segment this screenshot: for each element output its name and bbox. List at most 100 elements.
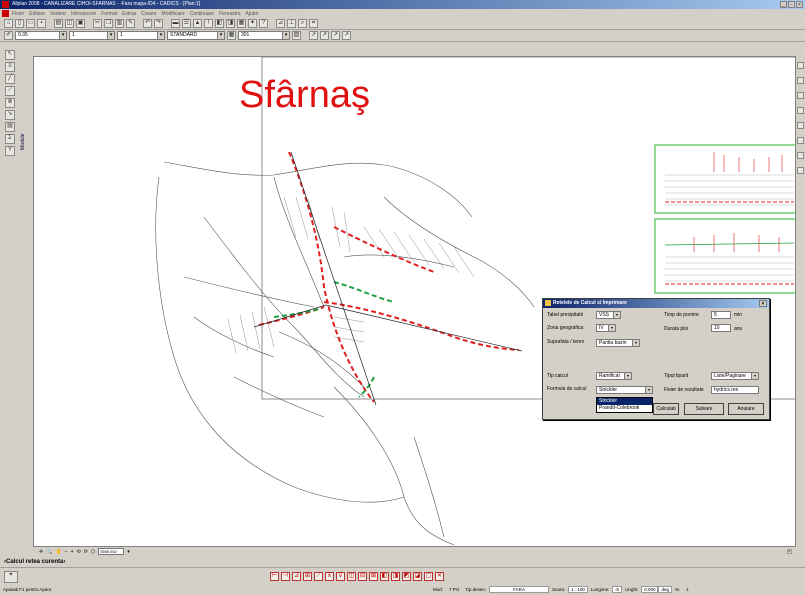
- drawing-files-icon[interactable]: ▲: [193, 19, 202, 28]
- right-tool-icon[interactable]: [797, 122, 804, 129]
- snap-icon[interactable]: ⊠: [369, 572, 378, 581]
- arrow-right-icon[interactable]: ➘: [5, 110, 15, 120]
- pan-icon[interactable]: ✋: [55, 549, 61, 555]
- find-icon[interactable]: ⌕: [298, 19, 307, 28]
- arrow-icon[interactable]: ↗: [320, 31, 329, 40]
- chevron-down-icon[interactable]: ▾: [127, 549, 130, 555]
- formula-option-strickler[interactable]: Strickler: [597, 398, 652, 405]
- right-tool-icon[interactable]: [797, 92, 804, 99]
- dialog-close-icon[interactable]: ×: [759, 300, 767, 307]
- print-icon[interactable]: ▤: [54, 19, 63, 28]
- properties-icon[interactable]: !: [204, 19, 213, 28]
- fileset-icon[interactable]: ☰: [182, 19, 191, 28]
- library-icon[interactable]: ◨: [226, 19, 235, 28]
- right-tool-icon[interactable]: [797, 167, 804, 174]
- new-file-icon[interactable]: ▯: [15, 19, 24, 28]
- sum-icon[interactable]: Σ: [5, 134, 15, 144]
- zona-geografica-select[interactable]: IV ▾: [596, 324, 616, 332]
- pen-icon[interactable]: ✐: [4, 31, 13, 40]
- copy-icon[interactable]: ❐: [104, 19, 113, 28]
- zoom-icon[interactable]: 🔍: [46, 549, 52, 555]
- point-snap-icon[interactable]: ⊣: [281, 572, 290, 581]
- view-next-icon[interactable]: ⟳: [84, 549, 88, 555]
- anulare-button[interactable]: Anulare: [728, 403, 764, 415]
- suprafata-select[interactable]: Pantia bazin ▾: [596, 339, 640, 347]
- layer-select[interactable]: STANDARD ▾: [167, 31, 225, 40]
- arrow-icon[interactable]: ↗: [331, 31, 340, 40]
- line-color-select[interactable]: 1 ▾: [117, 31, 165, 40]
- pen-thickness-select[interactable]: 0.35 ▾: [15, 31, 67, 40]
- maximize-icon[interactable]: ▫: [788, 1, 795, 8]
- menu-modificare[interactable]: Modificare: [162, 11, 185, 17]
- module-tab[interactable]: Module: [20, 110, 31, 150]
- plot-icon[interactable]: ▣: [76, 19, 85, 28]
- durata-ploi-input[interactable]: 10: [711, 324, 731, 332]
- window-icon[interactable]: ▦: [237, 19, 246, 28]
- document-icon[interactable]: [2, 10, 9, 17]
- snap-icon[interactable]: ◧: [380, 572, 389, 581]
- snap-icon[interactable]: ⌗: [309, 19, 318, 28]
- view-prev-icon[interactable]: ⟲: [77, 549, 81, 555]
- open-file-icon[interactable]: ▭: [26, 19, 35, 28]
- menu-editare[interactable]: Editare: [29, 11, 45, 17]
- iso-view-icon[interactable]: ⬡: [91, 549, 95, 555]
- wizard-icon[interactable]: ✦: [248, 19, 257, 28]
- paste-icon[interactable]: ▥: [115, 19, 124, 28]
- snap-icon[interactable]: ◫: [347, 572, 356, 581]
- layout-icon[interactable]: ◰: [787, 549, 792, 555]
- snap-icon[interactable]: ⟋: [314, 572, 323, 581]
- lines-icon[interactable]: ≡: [5, 62, 15, 72]
- snap-icon[interactable]: ▢: [424, 572, 433, 581]
- tabel-precipitatii-select[interactable]: VSS ▾: [596, 311, 621, 319]
- zoom-out-icon[interactable]: −: [65, 549, 68, 555]
- arrow-icon[interactable]: ↗: [309, 31, 318, 40]
- right-tool-icon[interactable]: [797, 62, 804, 69]
- snap-icon[interactable]: ◨: [391, 572, 400, 581]
- right-tool-icon[interactable]: [797, 137, 804, 144]
- close-icon[interactable]: ×: [796, 1, 803, 8]
- tipul-tiparit-select[interactable]: Liste/Paginare ▾: [711, 372, 759, 380]
- right-tool-icon[interactable]: [797, 107, 804, 114]
- formula-option-prandtl[interactable]: Prandtl-Colebrook: [597, 405, 652, 412]
- point-snap-icon[interactable]: ⊢: [270, 572, 279, 581]
- pattern-select[interactable]: 301 ▾: [238, 31, 290, 40]
- help-icon[interactable]: ?: [259, 19, 268, 28]
- layer-icon[interactable]: ▬: [171, 19, 180, 28]
- polyline-icon[interactable]: ⟋: [5, 86, 15, 96]
- print-preview-icon[interactable]: ◫: [65, 19, 74, 28]
- minimize-icon[interactable]: _: [780, 1, 787, 8]
- table-icon[interactable]: ▤: [5, 122, 15, 132]
- pipe-icon[interactable]: ⊚: [5, 98, 15, 108]
- save-icon[interactable]: ▪: [37, 19, 46, 28]
- redo-icon[interactable]: ↷: [154, 19, 163, 28]
- right-tool-icon[interactable]: [797, 152, 804, 159]
- snap-icon[interactable]: ◩: [402, 572, 411, 581]
- right-tool-icon[interactable]: [797, 77, 804, 84]
- input-options-icon[interactable]: ⌖: [4, 570, 18, 583]
- y-icon[interactable]: Y: [5, 146, 15, 156]
- menu-creare[interactable]: Creare: [141, 11, 156, 17]
- zoom-window-icon[interactable]: ✛: [39, 549, 43, 555]
- layer-settings-icon[interactable]: ▦: [227, 31, 236, 40]
- salvare-button[interactable]: Salvare: [684, 403, 724, 415]
- menu-vedere[interactable]: Vedere: [50, 11, 66, 17]
- measure-icon[interactable]: ⊿: [276, 19, 285, 28]
- snap-icon[interactable]: ⊼: [325, 572, 334, 581]
- fisier-rezultate-input[interactable]: hydrics.res: [711, 386, 759, 394]
- zoom-in-icon[interactable]: +: [71, 549, 74, 555]
- plan-icon[interactable]: ◧: [215, 19, 224, 28]
- menu-continuare[interactable]: Continuare: [190, 11, 214, 17]
- menu-fisier[interactable]: Fisier: [12, 11, 24, 17]
- coordinate-field[interactable]: 5559.552: [98, 548, 125, 555]
- undo-icon[interactable]: ↶: [143, 19, 152, 28]
- format-painter-icon[interactable]: ✎: [126, 19, 135, 28]
- menu-introducere[interactable]: Introducere: [71, 11, 96, 17]
- open-project-icon[interactable]: ⌂: [4, 19, 13, 28]
- line-type-select[interactable]: 1 ▾: [69, 31, 115, 40]
- arrow-icon[interactable]: ↗: [342, 31, 351, 40]
- fill-icon[interactable]: ▨: [292, 31, 301, 40]
- menu-fereastra[interactable]: Fereastra: [219, 11, 240, 17]
- calculeaza-button[interactable]: Calculati: [653, 403, 679, 415]
- dimension-icon[interactable]: ⊥: [287, 19, 296, 28]
- snap-icon[interactable]: ⊿: [292, 572, 301, 581]
